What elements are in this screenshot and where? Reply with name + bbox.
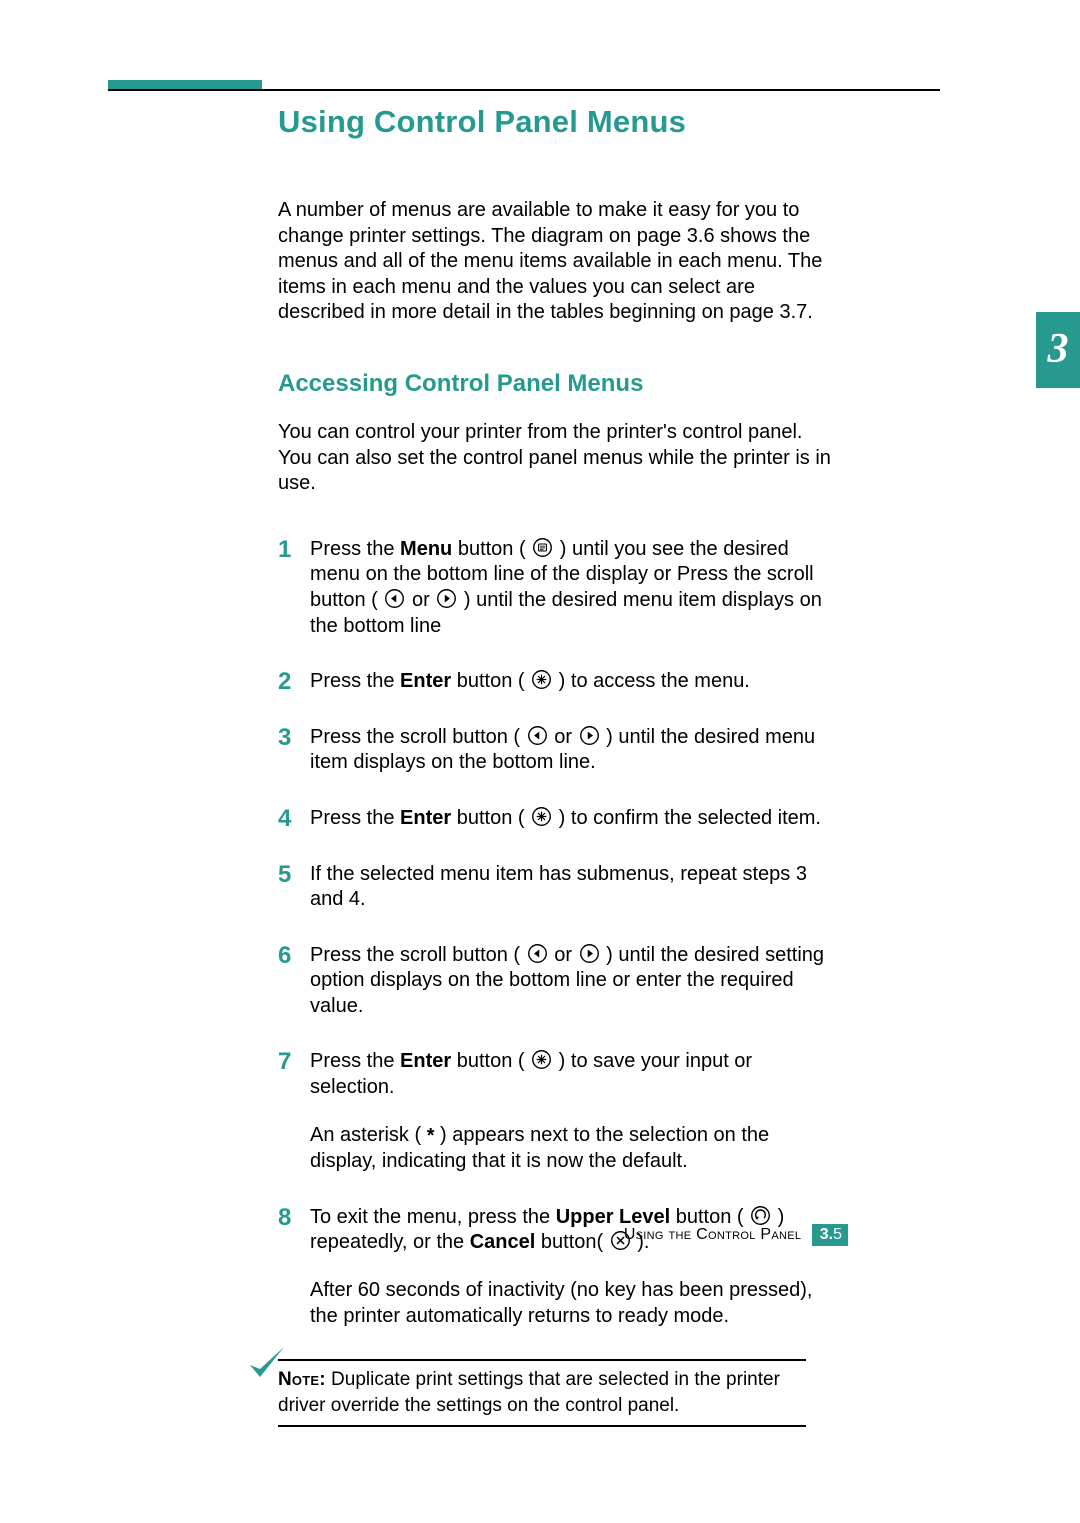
step-number: 2	[278, 667, 291, 698]
scroll-right-icon	[579, 943, 600, 964]
step-body: Press the scroll button ( or ) until the…	[310, 943, 833, 1020]
step-number: 4	[278, 804, 291, 835]
step-2: 2 Press the Enter button ( ) to access t…	[278, 669, 833, 695]
note-block: Note: Duplicate print settings that are …	[248, 1359, 808, 1426]
footer-section-label: Using the Control Panel	[624, 1226, 801, 1243]
step-body: Press the scroll button ( or ) until the…	[310, 725, 833, 776]
scroll-left-icon	[527, 725, 548, 746]
scroll-right-icon	[436, 588, 457, 609]
step-body: Press the Enter button ( ) to access the…	[310, 669, 833, 695]
step-body: Press the Enter button ( ) to save your …	[310, 1049, 833, 1174]
page-title: Using Control Panel Menus	[278, 104, 833, 140]
chapter-tab: 3	[1036, 312, 1080, 388]
scroll-left-icon	[384, 588, 405, 609]
step-number: 1	[278, 535, 291, 566]
enter-asterisk-icon	[531, 669, 552, 690]
step-body: Press the Enter button ( ) to confirm th…	[310, 806, 833, 832]
step-5: 5 If the selected menu item has submenus…	[278, 862, 833, 913]
step-number: 6	[278, 941, 291, 972]
step-7: 7 Press the Enter button ( ) to save you…	[278, 1049, 833, 1174]
step-body: If the selected menu item has submenus, …	[310, 862, 833, 913]
content-column: Using Control Panel Menus A number of me…	[278, 104, 833, 1329]
step-number: 3	[278, 723, 291, 754]
footer-page-number: 3.5	[812, 1224, 848, 1246]
scroll-left-icon	[527, 943, 548, 964]
enter-asterisk-icon	[531, 806, 552, 827]
step-6: 6 Press the scroll button ( or ) until t…	[278, 943, 833, 1020]
header-divider-line	[108, 89, 940, 91]
upper-level-icon	[750, 1205, 771, 1226]
page-footer: Using the Control Panel 3.5	[108, 1224, 848, 1246]
steps-list: 1 Press the Menu button ( ) until you se…	[278, 537, 833, 1329]
intro-paragraph: A number of menus are available to make …	[278, 198, 833, 326]
step-followup: After 60 seconds of inactivity (no key h…	[310, 1278, 833, 1329]
scroll-right-icon	[579, 725, 600, 746]
step-body: Press the Menu button ( ) until you see …	[310, 537, 833, 639]
header-rule	[108, 80, 940, 92]
note-text: Note: Duplicate print settings that are …	[248, 1361, 806, 1424]
enter-asterisk-icon	[531, 1049, 552, 1070]
section-heading: Accessing Control Panel Menus	[278, 370, 833, 398]
step-4: 4 Press the Enter button ( ) to confirm …	[278, 806, 833, 832]
step-number: 7	[278, 1047, 291, 1078]
step-1: 1 Press the Menu button ( ) until you se…	[278, 537, 833, 639]
asterisk-icon: *	[427, 1124, 435, 1150]
menu-icon	[532, 537, 553, 558]
note-divider-bottom	[278, 1425, 806, 1427]
step-number: 5	[278, 860, 291, 891]
step-followup: An asterisk ( * ) appears next to the se…	[310, 1123, 833, 1175]
step-3: 3 Press the scroll button ( or ) until t…	[278, 725, 833, 776]
lead-paragraph: You can control your printer from the pr…	[278, 420, 833, 497]
checkmark-icon	[246, 1343, 286, 1388]
